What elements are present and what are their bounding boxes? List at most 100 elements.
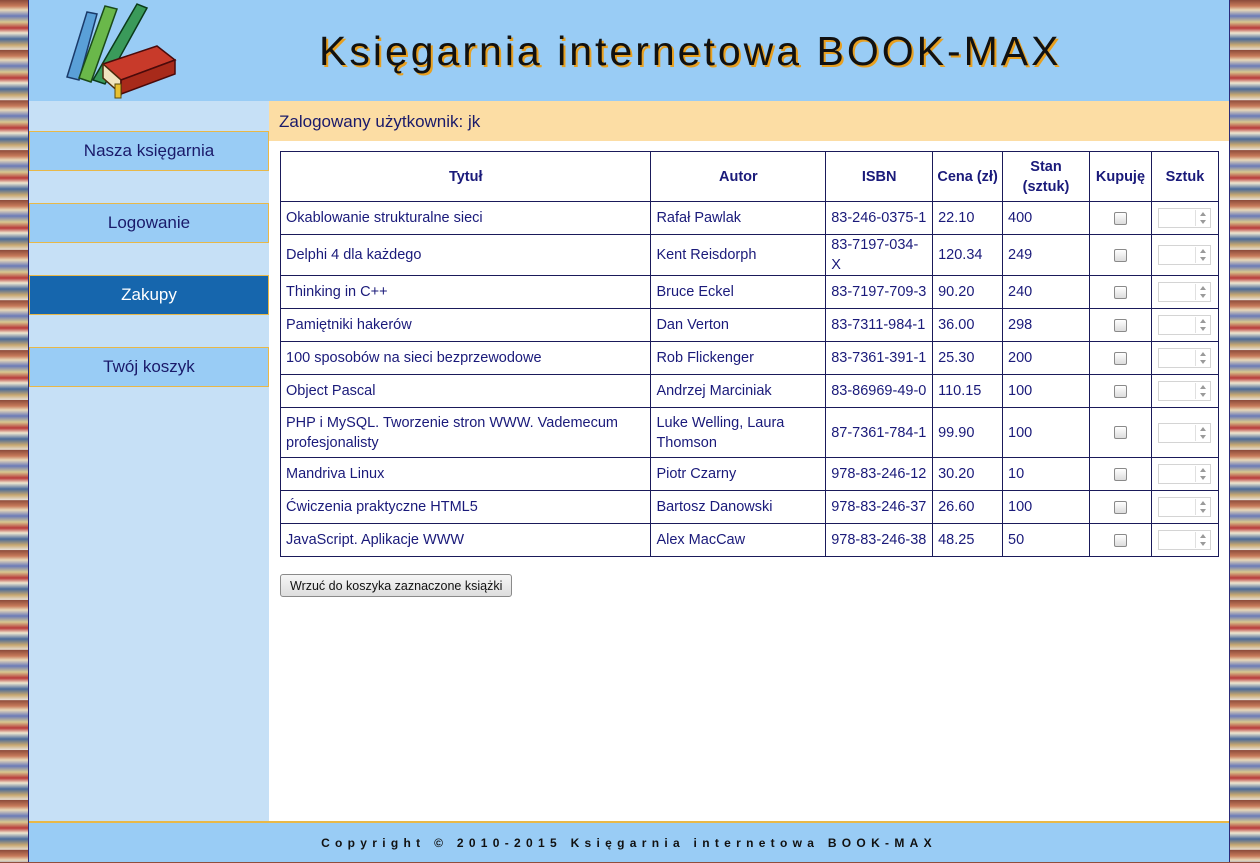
buy-checkbox[interactable] xyxy=(1113,500,1127,514)
cell-author: Alex MacCaw xyxy=(650,523,827,557)
col-header-stock: Stan (sztuk) xyxy=(1002,151,1090,202)
nav-item-logowanie[interactable]: Logowanie xyxy=(29,203,269,243)
quantity-stepper[interactable] xyxy=(1158,464,1212,485)
buy-checkbox[interactable] xyxy=(1113,467,1127,481)
stepper-down-icon[interactable] xyxy=(1200,360,1207,365)
quantity-stepper[interactable] xyxy=(1158,315,1212,336)
nav-item-nasza-ksiegarnia[interactable]: Nasza księgarnia xyxy=(29,131,269,171)
stepper-up-icon[interactable] xyxy=(1200,534,1207,539)
cell-buy xyxy=(1088,457,1152,491)
stepper-down-icon[interactable] xyxy=(1200,542,1207,547)
buy-checkbox[interactable] xyxy=(1113,533,1127,547)
table-header-row: Tytuł Autor ISBN Cena (zł) Stan (sztuk) … xyxy=(279,151,1220,202)
stepper-up-icon[interactable] xyxy=(1200,249,1207,254)
nav-item-zakupy[interactable]: Zakupy xyxy=(29,275,269,315)
quantity-stepper[interactable] xyxy=(1158,422,1212,443)
buy-checkbox[interactable] xyxy=(1113,384,1127,398)
stepper-down-icon[interactable] xyxy=(1200,294,1207,299)
cell-price: 90.20 xyxy=(932,275,1004,309)
stepper-up-icon[interactable] xyxy=(1200,319,1207,324)
buy-checkbox[interactable] xyxy=(1113,285,1127,299)
stepper-buttons[interactable] xyxy=(1195,350,1209,367)
cell-quantity xyxy=(1150,407,1220,458)
buy-checkbox[interactable] xyxy=(1113,211,1127,225)
stepper-down-icon[interactable] xyxy=(1200,257,1207,262)
quantity-stepper[interactable] xyxy=(1158,348,1212,369)
quantity-stepper[interactable] xyxy=(1158,282,1212,303)
stepper-up-icon[interactable] xyxy=(1200,426,1207,431)
stepper-up-icon[interactable] xyxy=(1200,468,1207,473)
stepper-up-icon[interactable] xyxy=(1200,385,1207,390)
cell-quantity xyxy=(1150,490,1220,524)
cell-price: 25.30 xyxy=(932,341,1004,375)
cell-title: Pamiętniki hakerów xyxy=(279,308,652,342)
stepper-buttons[interactable] xyxy=(1195,383,1209,400)
cell-title: Object Pascal xyxy=(279,374,652,408)
cell-price: 22.10 xyxy=(932,201,1004,235)
stepper-down-icon[interactable] xyxy=(1200,393,1207,398)
col-header-quantity: Sztuk xyxy=(1150,151,1220,202)
stepper-buttons[interactable] xyxy=(1195,424,1209,441)
stepper-up-icon[interactable] xyxy=(1200,212,1207,217)
stepper-buttons[interactable] xyxy=(1195,532,1209,549)
quantity-stepper[interactable] xyxy=(1158,381,1212,402)
quantity-stepper[interactable] xyxy=(1158,530,1212,551)
cell-buy xyxy=(1088,407,1152,458)
stepper-buttons[interactable] xyxy=(1195,284,1209,301)
cell-author: Rafał Pawlak xyxy=(650,201,827,235)
cell-quantity xyxy=(1150,523,1220,557)
stepper-up-icon[interactable] xyxy=(1200,286,1207,291)
buy-checkbox[interactable] xyxy=(1113,318,1127,332)
cell-author: Rob Flickenger xyxy=(650,341,827,375)
cell-title: JavaScript. Aplikacje WWW xyxy=(279,523,652,557)
stepper-down-icon[interactable] xyxy=(1200,476,1207,481)
cell-buy xyxy=(1088,341,1152,375)
col-header-buy: Kupuję xyxy=(1088,151,1152,202)
cell-price: 99.90 xyxy=(932,407,1004,458)
stepper-down-icon[interactable] xyxy=(1200,327,1207,332)
stepper-buttons[interactable] xyxy=(1195,210,1209,227)
cell-price: 120.34 xyxy=(932,234,1004,276)
nav-item-twoj-koszyk[interactable]: Twój koszyk xyxy=(29,347,269,387)
stepper-down-icon[interactable] xyxy=(1200,434,1207,439)
cell-stock: 10 xyxy=(1002,457,1090,491)
cell-author: Kent Reisdorph xyxy=(650,234,827,276)
stepper-buttons[interactable] xyxy=(1195,499,1209,516)
table-row: PHP i MySQL. Tworzenie stron WWW. Vademe… xyxy=(279,407,1220,458)
cell-quantity xyxy=(1150,234,1220,276)
cell-isbn: 83-7197-709-3 xyxy=(825,275,934,309)
buy-checkbox[interactable] xyxy=(1113,426,1127,440)
buy-checkbox[interactable] xyxy=(1113,351,1127,365)
quantity-stepper[interactable] xyxy=(1158,245,1212,266)
buy-checkbox[interactable] xyxy=(1113,248,1127,262)
table-row: Thinking in C++ Bruce Eckel 83-7197-709-3 9… xyxy=(279,275,1220,309)
cell-stock: 50 xyxy=(1002,523,1090,557)
cell-title: Ćwiczenia praktyczne HTML5 xyxy=(279,490,652,524)
cell-stock: 200 xyxy=(1002,341,1090,375)
cell-quantity xyxy=(1150,341,1220,375)
table-row: Object Pascal Andrzej Marciniak 83-86969-4… xyxy=(279,374,1220,408)
cell-isbn: 978-83-246-12 xyxy=(825,457,934,491)
col-header-price: Cena (zł) xyxy=(932,151,1004,202)
stepper-buttons[interactable] xyxy=(1195,317,1209,334)
stepper-down-icon[interactable] xyxy=(1200,220,1207,225)
add-to-cart-button[interactable]: Wrzuć do koszyka zaznaczone książki xyxy=(280,574,513,597)
stepper-up-icon[interactable] xyxy=(1200,501,1207,506)
cell-isbn: 83-7197-034-X xyxy=(825,234,934,276)
main-content: Zalogowany użytkownik: jk Tytuł Autor IS… xyxy=(269,101,1229,821)
site-title: Księgarnia internetowa BOOK-MAX xyxy=(319,28,1062,74)
cell-title: Mandriva Linux xyxy=(279,457,652,491)
cell-stock: 100 xyxy=(1002,407,1090,458)
quantity-stepper[interactable] xyxy=(1158,497,1212,518)
cell-stock: 100 xyxy=(1002,374,1090,408)
cell-buy xyxy=(1088,201,1152,235)
stepper-buttons[interactable] xyxy=(1195,466,1209,483)
cell-author: Bartosz Danowski xyxy=(650,490,827,524)
stepper-down-icon[interactable] xyxy=(1200,509,1207,514)
table-row: Okablowanie strukturalne sieci Rafał Pawl… xyxy=(279,201,1220,235)
cell-buy xyxy=(1088,523,1152,557)
quantity-stepper[interactable] xyxy=(1158,208,1212,229)
stepper-up-icon[interactable] xyxy=(1200,352,1207,357)
cell-buy xyxy=(1088,374,1152,408)
stepper-buttons[interactable] xyxy=(1195,247,1209,264)
